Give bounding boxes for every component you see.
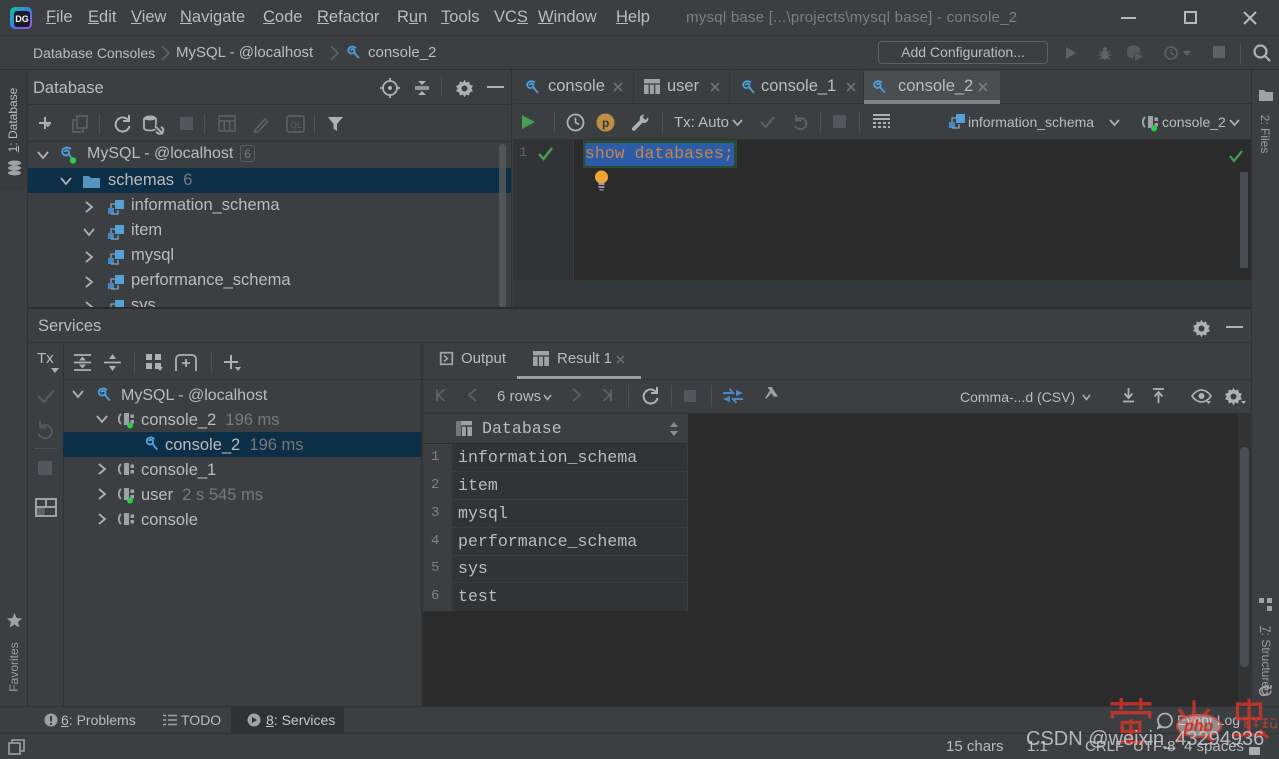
svg-text:QL: QL bbox=[290, 120, 302, 130]
svg-text:p: p bbox=[602, 116, 609, 130]
